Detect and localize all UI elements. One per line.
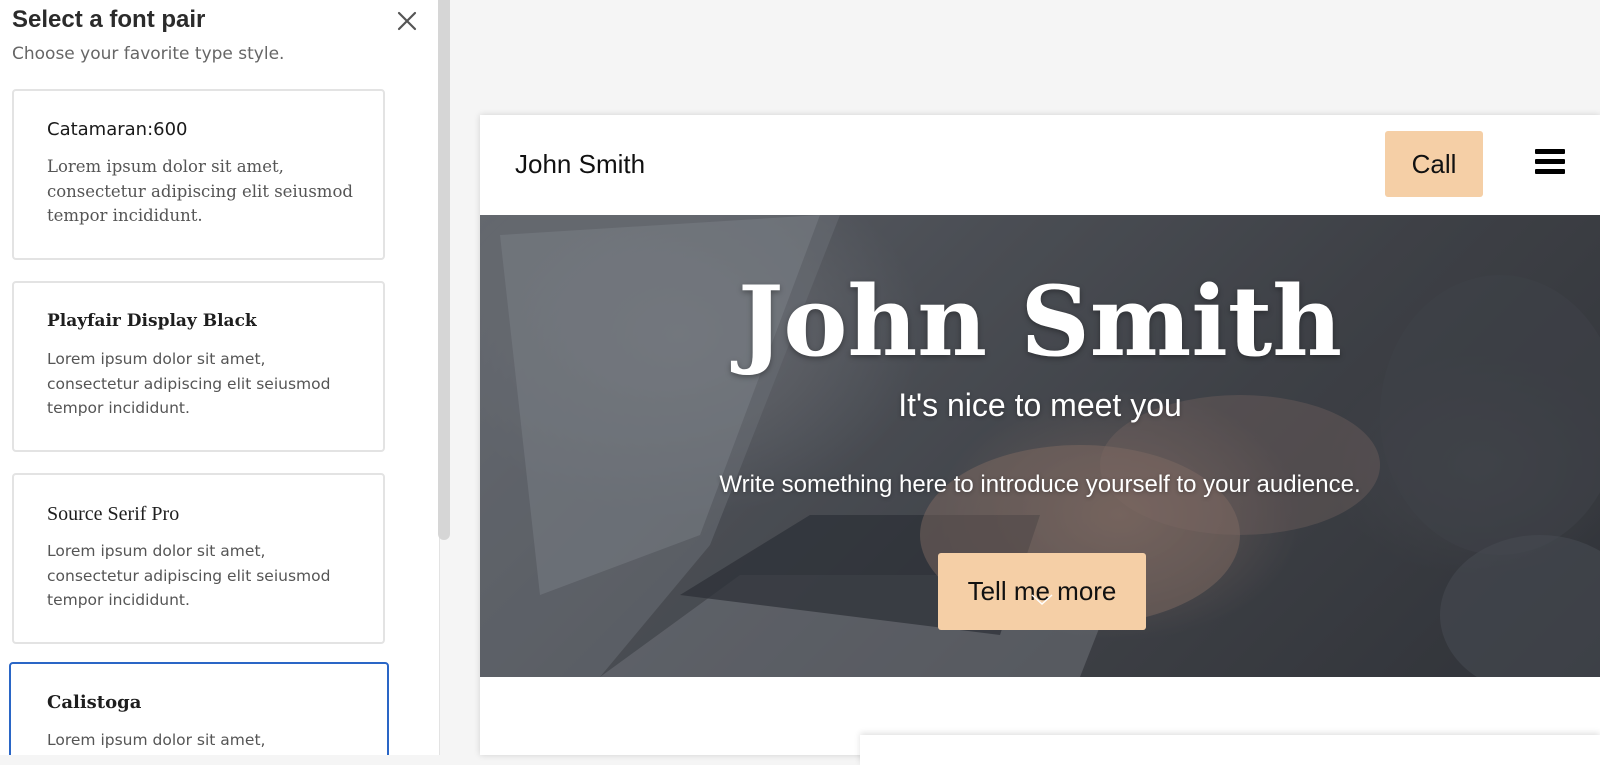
close-icon [397,11,417,31]
chevron-down-icon [1031,594,1053,606]
hero-intro: Write something here to introduce yourse… [719,471,1361,498]
font-card-name: Playfair Display Black [47,311,257,331]
site-brand[interactable]: John Smith [515,149,645,180]
hero-title: John Smith [738,265,1342,378]
site-preview: John Smith Call John Smith It's nice to … [480,115,1600,765]
hero-subtitle: It's nice to meet you [898,387,1182,423]
panel-subtitle: Choose your favorite type style. [12,44,285,64]
site-header: John Smith Call [480,115,1600,215]
font-card-sample: Lorem ipsum dolor sit amet, [47,731,266,749]
font-card-name: Catamaran:600 [47,119,188,140]
hero-section: John Smith It's nice to meet you Write s… [480,215,1600,677]
content-card [860,735,1600,765]
font-card-source-serif-pro[interactable]: Source Serif Pro Lorem ipsum dolor sit a… [12,473,385,644]
hamburger-menu-icon[interactable] [1535,149,1565,175]
font-card-playfair-display-black[interactable]: Playfair Display Black Lorem ipsum dolor… [12,281,385,452]
panel-scrollbar[interactable] [438,0,450,540]
font-card-sample: Lorem ipsum dolor sit amet, consectetur … [47,542,331,609]
font-card-sample: Lorem ipsum dolor sit amet, consectetur … [47,350,331,417]
font-card-name: Source Serif Pro [47,503,180,525]
font-card-name: Calistoga [47,692,142,713]
panel-title: Select a font pair [12,6,206,33]
font-card-calistoga[interactable]: Calistoga Lorem ipsum dolor sit amet, [9,662,389,755]
font-card-catamaran[interactable]: Catamaran:600 Lorem ipsum dolor sit amet… [12,89,385,260]
font-card-sample: Lorem ipsum dolor sit amet, consectetur … [47,157,353,225]
call-button[interactable]: Call [1385,131,1483,197]
tell-me-more-button[interactable]: Tell me more [938,553,1146,630]
font-pair-panel: Select a font pair Choose your favorite … [0,0,440,755]
close-button[interactable] [394,8,420,34]
next-section [480,677,1600,765]
